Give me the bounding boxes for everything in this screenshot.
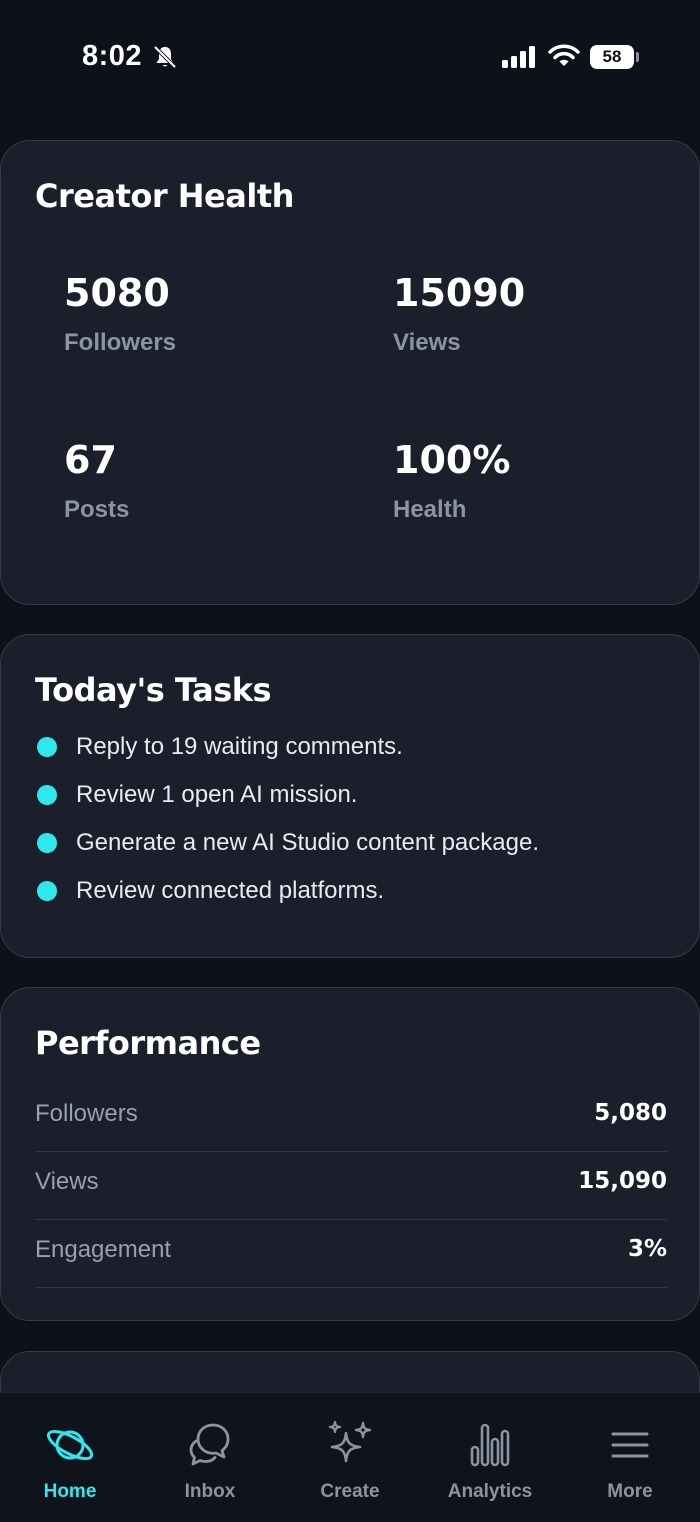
chat-bubbles-icon <box>189 1423 230 1466</box>
bar-chart-icon <box>470 1423 510 1467</box>
performance-label: Views <box>35 1168 99 1195</box>
nav-label-analytics: Analytics <box>447 1481 533 1502</box>
task-text: Reply to 19 waiting comments. <box>76 733 403 760</box>
nav-more[interactable]: More <box>560 1393 700 1522</box>
health-stat-value: 100% <box>393 438 511 482</box>
nav-analytics[interactable]: Analytics <box>420 1393 560 1522</box>
task-bullet-icon <box>37 737 57 757</box>
task-bullet-icon <box>37 881 57 901</box>
views-stat-label: Views <box>393 329 461 356</box>
nav-label-inbox: Inbox <box>184 1481 236 1502</box>
posts-stat-value: 67 <box>64 438 117 482</box>
performance-card: Performance Followers 5,080 Views 15,090… <box>0 987 700 1321</box>
performance-label: Followers <box>35 1100 138 1127</box>
performance-value: 5,080 <box>594 1100 667 1126</box>
nav-home[interactable]: Home <box>0 1393 140 1522</box>
performance-row-followers: Followers 5,080 <box>35 1084 667 1152</box>
task-item[interactable]: Review 1 open AI mission. <box>35 781 675 811</box>
battery-indicator: 58 <box>590 45 634 69</box>
posts-stat-label: Posts <box>64 496 130 523</box>
status-time: 8:02 <box>82 40 143 72</box>
performance-value: 15,090 <box>578 1168 667 1194</box>
wifi-icon <box>548 44 580 66</box>
task-bullet-icon <box>37 785 57 805</box>
task-text: Review 1 open AI mission. <box>76 781 358 808</box>
performance-row-views: Views 15,090 <box>35 1152 667 1220</box>
nav-label-home: Home <box>43 1481 97 1502</box>
nav-inbox[interactable]: Inbox <box>140 1393 280 1522</box>
performance-title: Performance <box>35 1024 261 1062</box>
followers-stat-label: Followers <box>64 329 177 356</box>
task-bullet-icon <box>37 833 57 853</box>
creator-health-card: Creator Health 5080 Followers 15090 View… <box>0 140 700 605</box>
task-item[interactable]: Review connected platforms. <box>35 877 675 907</box>
task-text: Review connected platforms. <box>76 877 385 904</box>
sparkles-icon <box>328 1420 372 1463</box>
followers-stat-value: 5080 <box>64 271 170 315</box>
battery-tip <box>636 52 639 62</box>
performance-label: Engagement <box>35 1236 172 1263</box>
health-stat-label: Health <box>393 496 467 523</box>
performance-row-engagement: Engagement 3% <box>35 1220 667 1288</box>
menu-icon <box>611 1432 649 1458</box>
task-text: Generate a new AI Studio content package… <box>76 829 539 856</box>
todays-tasks-title: Today's Tasks <box>35 671 272 709</box>
nav-label-more: More <box>607 1481 653 1502</box>
bell-slash-icon <box>153 45 177 69</box>
bottom-nav: Home Inbox Create Analytics More <box>0 1392 700 1522</box>
nav-create[interactable]: Create <box>280 1393 420 1522</box>
views-stat-value: 15090 <box>393 271 526 315</box>
nav-label-create: Create <box>320 1481 380 1502</box>
task-item[interactable]: Generate a new AI Studio content package… <box>35 829 675 859</box>
creator-health-title: Creator Health <box>35 177 294 215</box>
todays-tasks-card: Today's Tasks Reply to 19 waiting commen… <box>0 634 700 958</box>
status-bar: 8:02 58 <box>0 0 700 110</box>
task-item[interactable]: Reply to 19 waiting comments. <box>35 733 675 763</box>
cellular-signal-icon <box>502 46 535 68</box>
planet-icon <box>46 1429 94 1461</box>
performance-value: 3% <box>627 1236 667 1262</box>
